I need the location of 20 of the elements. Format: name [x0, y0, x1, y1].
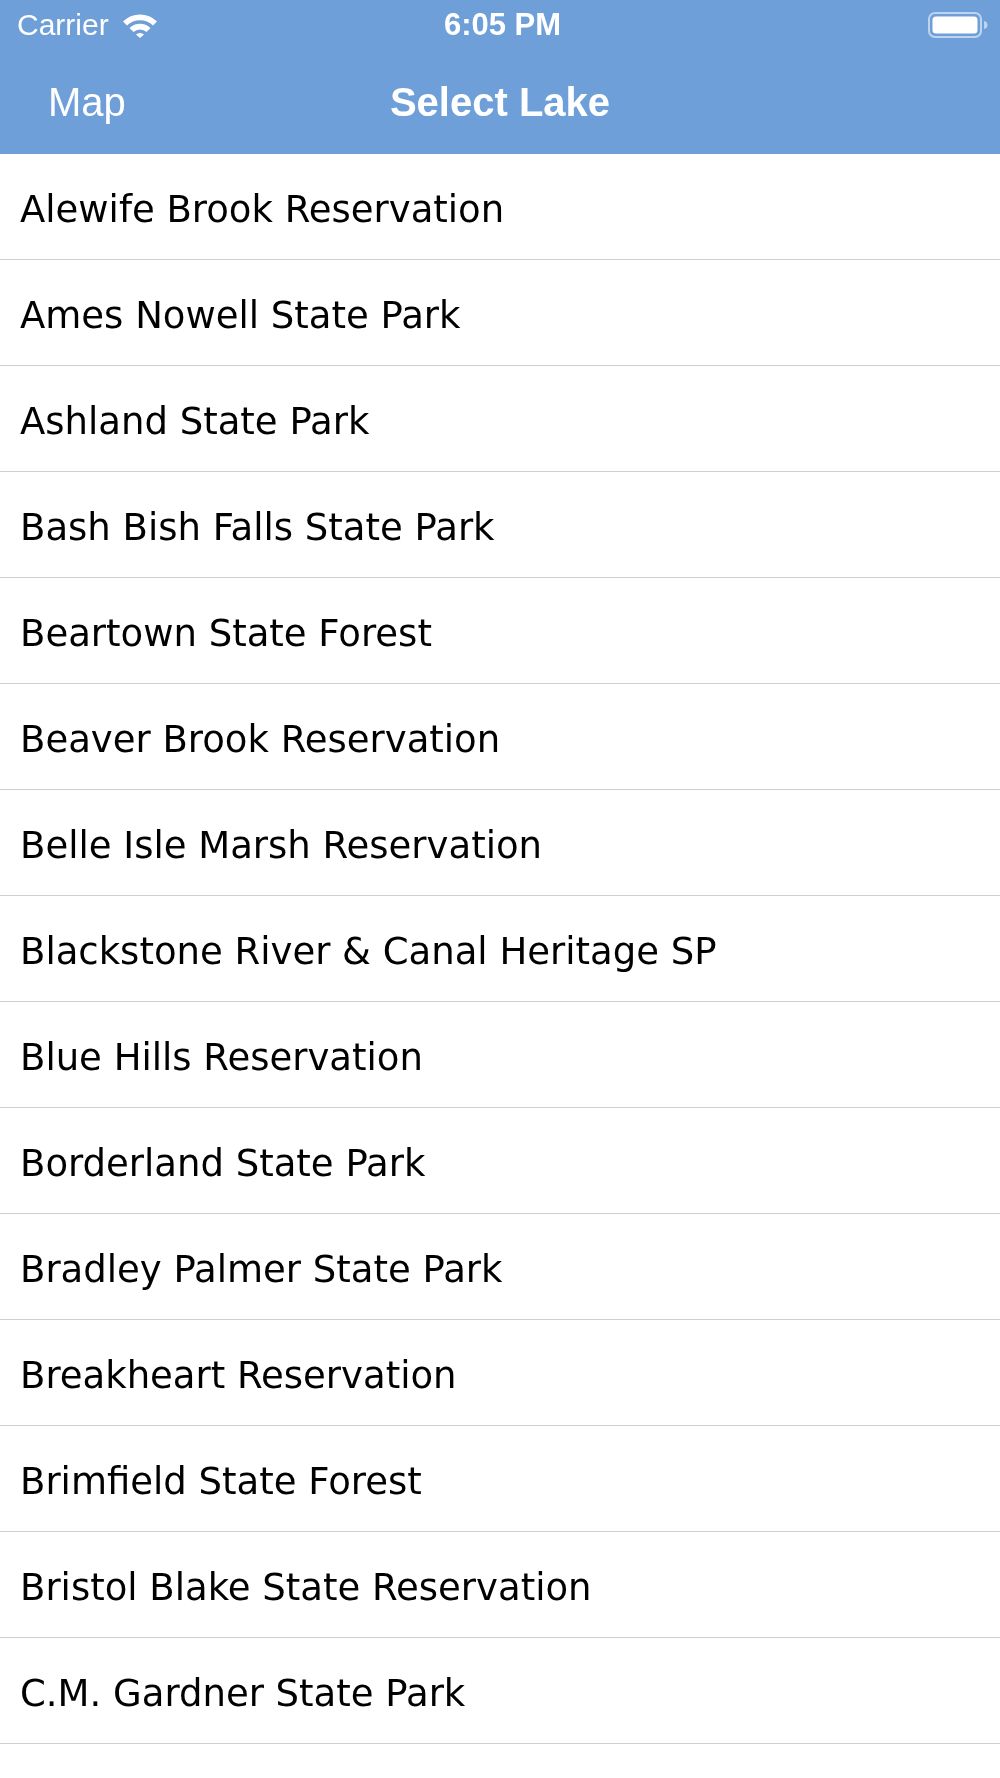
- lake-list-item[interactable]: Blue Hills Reservation: [0, 1002, 1000, 1108]
- lake-list-item[interactable]: Ames Nowell State Park: [0, 260, 1000, 366]
- battery-icon: [928, 12, 988, 38]
- lake-list-item[interactable]: Beartown State Forest: [0, 578, 1000, 684]
- lake-list-item[interactable]: C.M. Gardner State Park: [0, 1638, 1000, 1744]
- lake-list-item[interactable]: Bristol Blake State Reservation: [0, 1532, 1000, 1638]
- lake-list-item[interactable]: Ashland State Park: [0, 366, 1000, 472]
- lake-list-item[interactable]: Borderland State Park: [0, 1108, 1000, 1214]
- wifi-icon: [121, 12, 158, 38]
- lake-list-item[interactable]: Breakheart Reservation: [0, 1320, 1000, 1426]
- carrier-label: Carrier: [17, 7, 109, 43]
- lake-list-item[interactable]: Blackstone River & Canal Heritage SP: [0, 896, 1000, 1002]
- lake-list-item[interactable]: Belle Isle Marsh Reservation: [0, 790, 1000, 896]
- lake-list-item[interactable]: Bradley Palmer State Park: [0, 1214, 1000, 1320]
- lake-list-item[interactable]: Brimfield State Forest: [0, 1426, 1000, 1532]
- lake-list-item[interactable]: Alewife Brook Reservation: [0, 154, 1000, 260]
- lake-list-item[interactable]: Bash Bish Falls State Park: [0, 472, 1000, 578]
- screen-title: Select Lake: [389, 79, 611, 126]
- status-time: 6:05 PM: [443, 7, 562, 43]
- lake-list-item[interactable]: Beaver Brook Reservation: [0, 684, 1000, 790]
